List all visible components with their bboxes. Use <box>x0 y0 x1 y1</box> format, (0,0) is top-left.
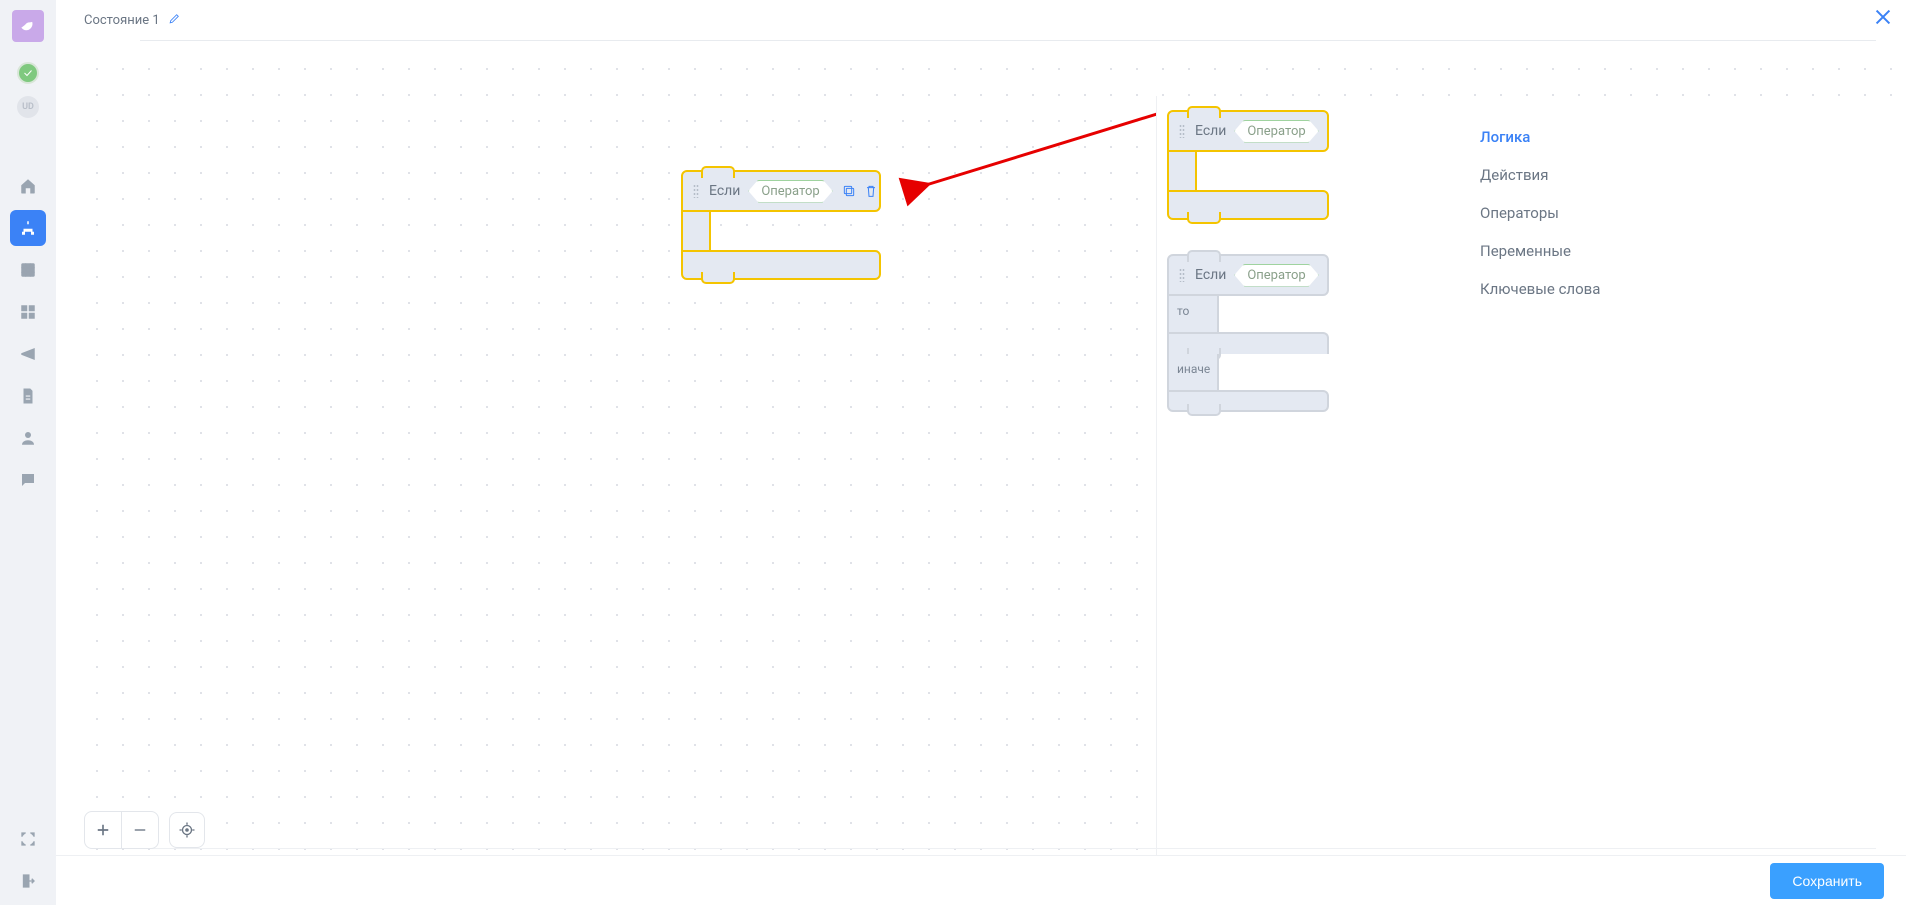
nav-broadcast-icon[interactable] <box>10 336 46 372</box>
footer-divider <box>140 848 1876 849</box>
edit-title-icon[interactable] <box>168 12 181 29</box>
zoom-out-button[interactable] <box>122 812 158 848</box>
app-logo[interactable] <box>12 10 44 42</box>
category-item[interactable]: Переменные <box>1476 232 1886 270</box>
main-area: Состояние 1 Если Оператор <box>56 0 1906 905</box>
if-label: Если <box>1195 267 1226 283</box>
operator-chip[interactable]: Оператор <box>748 180 832 203</box>
duplicate-icon[interactable] <box>841 183 857 199</box>
drag-grip-icon[interactable] <box>1179 268 1185 282</box>
nav-plugins-icon[interactable] <box>10 294 46 330</box>
center-view-button[interactable] <box>169 812 205 848</box>
else-label: иначе <box>1177 362 1210 376</box>
header: Состояние 1 <box>56 0 1906 40</box>
zoom-controls <box>84 811 205 849</box>
if-label: Если <box>1195 123 1226 139</box>
status-ok-badge <box>17 62 39 84</box>
canvas-if-block[interactable]: Если Оператор <box>681 170 881 280</box>
user-badge: UD <box>17 96 39 118</box>
nav-fullscreen-icon[interactable] <box>10 821 46 857</box>
state-title: Состояние 1 <box>84 13 160 28</box>
drag-grip-icon[interactable] <box>693 184 699 198</box>
nav-user-icon[interactable] <box>10 420 46 456</box>
operator-chip[interactable]: Оператор <box>1234 120 1318 143</box>
canvas[interactable]: Если Оператор Если Оператор <box>56 40 1906 905</box>
save-button[interactable]: Сохранить <box>1770 863 1884 899</box>
palette-if-block[interactable]: Если Оператор <box>1167 110 1329 220</box>
nav-logout-icon[interactable] <box>10 863 46 899</box>
palette-ifelse-block[interactable]: Если Оператор то иначе <box>1167 254 1329 412</box>
nav-grid-icon[interactable] <box>10 252 46 288</box>
left-nav: UD <box>0 0 56 905</box>
zoom-in-button[interactable] <box>85 812 121 848</box>
category-item[interactable]: Ключевые слова <box>1476 270 1886 308</box>
footer: Сохранить <box>56 855 1906 905</box>
category-item[interactable]: Операторы <box>1476 194 1886 232</box>
category-list: Логика Действия Операторы Переменные Клю… <box>1456 96 1906 330</box>
if-label: Если <box>709 183 740 199</box>
nav-home-icon[interactable] <box>10 168 46 204</box>
nav-doc-icon[interactable] <box>10 378 46 414</box>
category-item[interactable]: Действия <box>1476 156 1886 194</box>
close-icon[interactable] <box>1872 6 1894 32</box>
nav-flow-icon[interactable] <box>10 210 46 246</box>
block-palette: Если Оператор Если Оператор то иначе <box>1156 96 1456 877</box>
categories-panel: Логика Действия Операторы Переменные Клю… <box>1456 96 1906 905</box>
nav-chat-icon[interactable] <box>10 462 46 498</box>
drag-grip-icon[interactable] <box>1179 124 1185 138</box>
delete-icon[interactable] <box>863 183 879 199</box>
operator-chip[interactable]: Оператор <box>1234 264 1318 287</box>
then-label: то <box>1177 304 1189 318</box>
category-item[interactable]: Логика <box>1476 118 1886 156</box>
